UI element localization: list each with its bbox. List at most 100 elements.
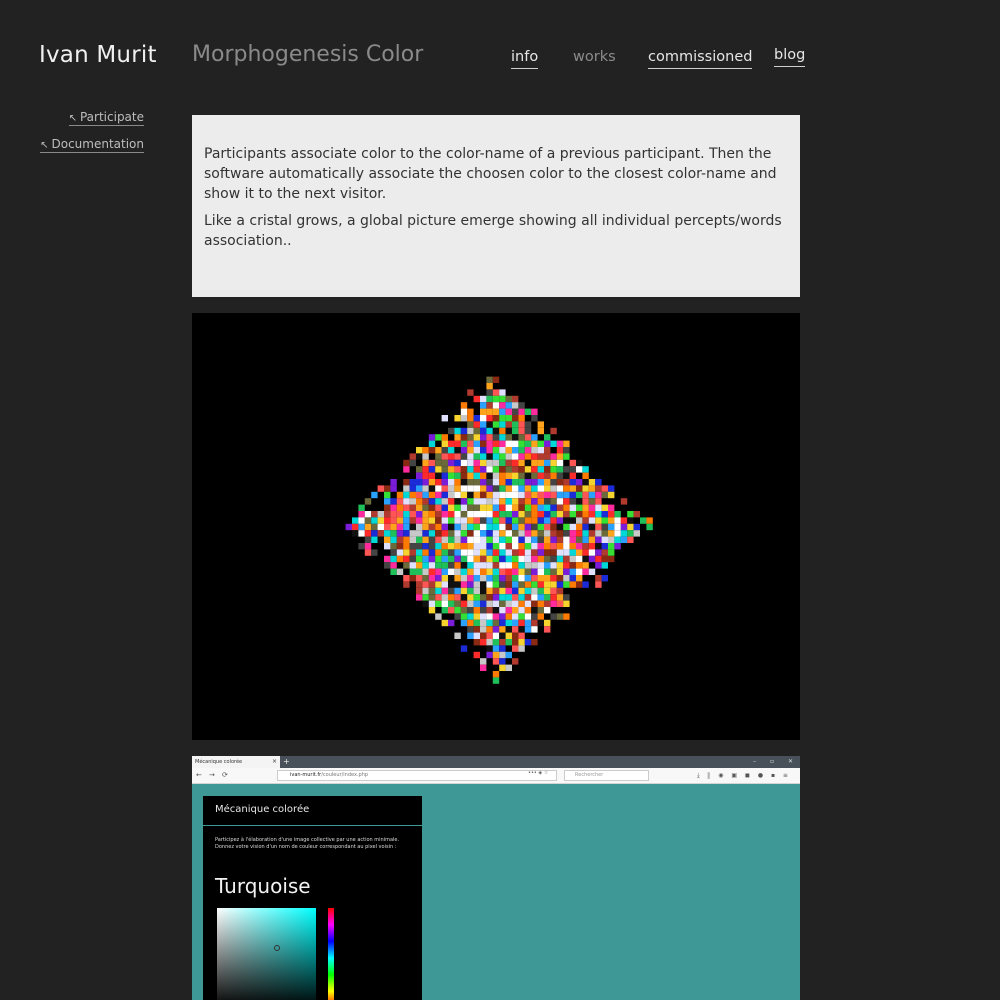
mosaic-pixel — [403, 517, 410, 524]
mosaic-pixel — [524, 434, 532, 441]
mosaic-pixel — [473, 555, 480, 563]
mosaic-pixel — [480, 447, 487, 454]
browser-toolbar: ← → ⟳ ivan-murit.fr/couleur/index.php ••… — [192, 768, 800, 784]
mosaic-pixel — [396, 498, 404, 505]
mosaic-pixel — [409, 530, 416, 537]
mosaic-pixel — [454, 415, 461, 422]
mosaic-pixel — [601, 523, 608, 531]
nav-commissioned[interactable]: commissioned — [648, 49, 753, 69]
mosaic-pixel — [505, 607, 512, 614]
mosaic-pixel — [364, 530, 372, 537]
mosaic-pixel — [531, 453, 538, 460]
mosaic-pixel — [499, 562, 506, 569]
mosaic-pixel — [582, 511, 589, 518]
mosaic-pixel — [486, 427, 493, 435]
mosaic-pixel — [416, 594, 423, 601]
mosaic-pixel — [480, 607, 487, 614]
mosaic-pixel — [550, 466, 557, 473]
mosaic-pixel — [550, 594, 557, 601]
mosaic-pixel — [467, 434, 474, 441]
mosaic-pixel — [448, 562, 455, 569]
documentation-link[interactable]: ↖ Documentation — [40, 137, 144, 153]
mosaic-pixel — [422, 555, 429, 563]
mosaic-pixel — [512, 466, 519, 473]
mosaic-pixel — [499, 600, 506, 607]
mosaic-pixel — [518, 408, 525, 415]
mosaic-pixel — [550, 543, 557, 550]
mosaic-pixel — [492, 639, 500, 646]
mosaic-pixel — [531, 626, 538, 633]
mosaic-pixel — [460, 530, 468, 537]
mosaic-pixel — [473, 600, 480, 607]
mosaic-pixel — [531, 466, 538, 473]
mosaic-pixel — [441, 543, 448, 550]
mosaic-pixel — [492, 658, 500, 665]
mosaic-pixel — [620, 536, 628, 543]
mosaic-pixel — [441, 504, 448, 511]
mosaic-pixel — [601, 517, 608, 524]
mosaic-pixel — [467, 491, 474, 499]
mosaic-pixel — [646, 523, 653, 531]
mosaic-pixel — [556, 587, 564, 595]
mosaic-pixel — [608, 504, 615, 511]
mosaic-pixel — [473, 639, 480, 646]
mosaic-pixel — [486, 389, 493, 396]
mosaic-pixel — [531, 543, 538, 550]
mosaic-pixel — [524, 555, 532, 563]
mosaic-pixel — [486, 395, 493, 403]
mosaic-pixel — [422, 472, 429, 479]
mosaic-pixel — [460, 498, 468, 505]
mosaic-pixel — [448, 619, 455, 627]
site-name[interactable]: Ivan Murit — [39, 42, 157, 68]
mosaic-pixel — [473, 459, 480, 467]
mosaic-pixel — [499, 402, 506, 409]
mosaic-pixel — [512, 555, 519, 563]
mosaic-pixel — [595, 575, 602, 582]
mosaic-pixel — [492, 645, 500, 652]
mosaic-pixel — [582, 491, 589, 499]
nav-works[interactable]: works — [573, 49, 616, 68]
mosaic-pixel — [531, 639, 538, 646]
mosaic-pixel — [492, 415, 500, 422]
mosaic-pixel — [435, 434, 442, 441]
mosaic-pixel — [448, 607, 455, 614]
mosaic-pixel — [531, 479, 538, 486]
mosaic-pixel — [377, 511, 384, 518]
mosaic-pixel — [480, 466, 487, 473]
mosaic-pixel — [467, 485, 474, 492]
mosaic-pixel — [403, 511, 410, 518]
mosaic-pixel — [499, 447, 506, 454]
mosaic-pixel — [467, 555, 474, 563]
mosaic-pixel — [544, 453, 551, 460]
mosaic-pixel — [492, 555, 500, 563]
mosaic-pixel — [524, 530, 532, 537]
mosaic-pixel — [486, 383, 493, 390]
mosaic-pixel — [524, 587, 532, 595]
mosaic-pixel — [588, 504, 596, 511]
nav-blog[interactable]: blog — [774, 47, 806, 67]
mosaic-pixel — [480, 562, 487, 569]
mosaic-pixel — [492, 671, 500, 678]
mosaic-pixel — [601, 485, 608, 492]
mosaic-pixel — [428, 587, 436, 595]
mosaic-pixel — [499, 626, 506, 633]
mosaic-pixel — [486, 479, 493, 486]
mosaic-pixel — [358, 543, 365, 550]
mosaic-pixel — [428, 581, 436, 588]
mosaic-pixel — [384, 511, 391, 518]
mosaic-pixel — [384, 517, 391, 524]
participate-link[interactable]: ↖ Participate — [68, 110, 144, 126]
mosaic-pixel — [467, 619, 474, 627]
mosaic-pixel — [460, 415, 468, 422]
mosaic-pixel — [524, 479, 532, 486]
mosaic-pixel — [531, 600, 538, 607]
mosaic-pixel — [441, 607, 448, 614]
mosaic-pixel — [531, 555, 538, 563]
mosaic-pixel — [473, 587, 480, 595]
mosaic-pixel — [364, 498, 372, 505]
mosaic-pixel — [480, 415, 487, 422]
mosaic-pixel — [595, 511, 602, 518]
mosaic-pixel — [428, 530, 436, 537]
mosaic-pixel — [441, 434, 448, 441]
nav-info[interactable]: info — [511, 49, 539, 69]
